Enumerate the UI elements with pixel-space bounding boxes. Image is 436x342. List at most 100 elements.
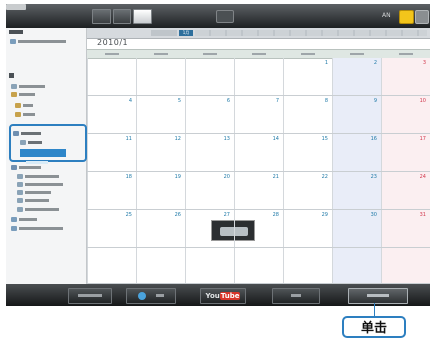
sidebar-item-event-5[interactable]: [17, 207, 79, 215]
toolbar-right-label[interactable]: AN: [382, 12, 396, 19]
settings-icon[interactable]: [415, 10, 429, 24]
day-cell[interactable]: 9: [332, 96, 381, 133]
day-cell[interactable]: 30: [332, 210, 381, 247]
youtube-button[interactable]: YouTube: [200, 288, 246, 304]
day-cell[interactable]: 3: [381, 58, 430, 95]
day-cell[interactable]: 8: [283, 96, 332, 133]
day-cell[interactable]: 25: [87, 210, 136, 247]
day-cell[interactable]: 10: [381, 96, 430, 133]
bottom-button-1[interactable]: [68, 288, 112, 304]
day-cell[interactable]: [234, 58, 283, 95]
day-cell[interactable]: 31: [381, 210, 430, 247]
bottom-toolbar: YouTube: [6, 284, 430, 306]
sidebar-item-events[interactable]: [11, 165, 71, 173]
youtube-logo: YouTube: [205, 292, 241, 300]
day-number: 16: [370, 136, 377, 142]
day-number: 2: [373, 60, 377, 66]
sidebar-item-event-2[interactable]: [17, 182, 79, 190]
day-cell[interactable]: 26: [136, 210, 185, 247]
weekday-label: [185, 50, 234, 58]
day-cell[interactable]: 17: [381, 134, 430, 171]
week-row: [87, 248, 430, 284]
day-cell[interactable]: 6: [185, 96, 234, 133]
bottom-button-2[interactable]: [126, 288, 176, 304]
day-cell[interactable]: 29: [283, 210, 332, 247]
day-cell[interactable]: [87, 248, 136, 283]
day-cell[interactable]: 18: [87, 172, 136, 209]
view-mode-switcher: [92, 9, 153, 24]
day-number: 13: [223, 136, 230, 142]
day-cell[interactable]: 19: [136, 172, 185, 209]
sidebar-item-folder[interactable]: [11, 92, 71, 100]
day-cell[interactable]: 20: [185, 172, 234, 209]
day-number: 15: [321, 136, 328, 142]
day-number: 12: [174, 136, 181, 142]
day-cell[interactable]: 15: [283, 134, 332, 171]
day-cell[interactable]: [381, 248, 430, 283]
day-number: 18: [125, 174, 132, 180]
day-number: 6: [226, 98, 230, 104]
day-cell[interactable]: 23: [332, 172, 381, 209]
day-cell[interactable]: 13: [185, 134, 234, 171]
monitor-icon[interactable]: [216, 10, 234, 23]
day-number: 10: [419, 98, 426, 104]
sidebar-item-event-4[interactable]: [17, 198, 79, 206]
nav-current-month[interactable]: 1月: [179, 30, 193, 36]
day-cell[interactable]: 4: [87, 96, 136, 133]
day-number: 29: [321, 212, 328, 218]
day-number: 30: [370, 212, 377, 218]
day-cell[interactable]: 5: [136, 96, 185, 133]
weekday-label: [283, 50, 332, 58]
day-cell[interactable]: [185, 248, 234, 283]
sidebar-item-library[interactable]: [10, 39, 80, 47]
sidebar-item-all[interactable]: [11, 84, 71, 92]
day-cell[interactable]: 21: [234, 172, 283, 209]
day-cell[interactable]: 14: [234, 134, 283, 171]
view-grid-button[interactable]: [112, 9, 132, 24]
sidebar-item-event-1[interactable]: [17, 174, 79, 182]
sidebar-header: [9, 30, 39, 38]
day-cell[interactable]: [87, 58, 136, 95]
day-cell[interactable]: [283, 248, 332, 283]
weekday-label: [381, 50, 430, 58]
nav-next-months[interactable]: [195, 30, 427, 36]
day-cell[interactable]: 16: [332, 134, 381, 171]
day-cell[interactable]: 1: [283, 58, 332, 95]
day-cell[interactable]: 2: [332, 58, 381, 95]
day-number: 22: [321, 174, 328, 180]
sidebar-item-calendar-sub[interactable]: [20, 140, 70, 148]
day-cell[interactable]: 12: [136, 134, 185, 171]
week-row: 25 26 27 28 29 30 31: [87, 210, 430, 248]
day-cell[interactable]: [136, 58, 185, 95]
day-cell[interactable]: [332, 248, 381, 283]
sidebar-item-sub-1[interactable]: [15, 103, 75, 111]
week-row: 11 12 13 14 15 16 17: [87, 134, 430, 172]
day-number: 9: [373, 98, 377, 104]
view-list-button[interactable]: [92, 9, 111, 24]
day-number: 21: [272, 174, 279, 180]
day-cell[interactable]: 11: [87, 134, 136, 171]
nav-prev-months[interactable]: [151, 30, 177, 36]
sidebar-item-upload[interactable]: [11, 226, 83, 234]
sidebar-item-sub-2[interactable]: [15, 112, 75, 120]
day-cell[interactable]: 28: [234, 210, 283, 247]
weekday-label: [332, 50, 381, 58]
day-cell[interactable]: 7: [234, 96, 283, 133]
day-number: 14: [272, 136, 279, 142]
sidebar-item-selected[interactable]: [20, 149, 66, 164]
weekday-label: [234, 50, 283, 58]
sidebar-item-event-3[interactable]: [17, 190, 79, 198]
day-cell[interactable]: 27: [185, 210, 255, 247]
day-cell[interactable]: 22: [283, 172, 332, 209]
day-cell[interactable]: 24: [381, 172, 430, 209]
view-calendar-button[interactable]: [133, 9, 153, 24]
day-cell[interactable]: [234, 248, 283, 283]
sidebar-item-favorites[interactable]: [11, 217, 71, 225]
day-cell[interactable]: [185, 58, 234, 95]
sidebar-item-calendar[interactable]: [13, 131, 73, 139]
bottom-button-5[interactable]: [348, 288, 408, 304]
folder-icon[interactable]: [399, 10, 414, 24]
bottom-button-4[interactable]: [272, 288, 320, 304]
week-row: 1 2 3: [87, 58, 430, 96]
day-cell[interactable]: [136, 248, 185, 283]
